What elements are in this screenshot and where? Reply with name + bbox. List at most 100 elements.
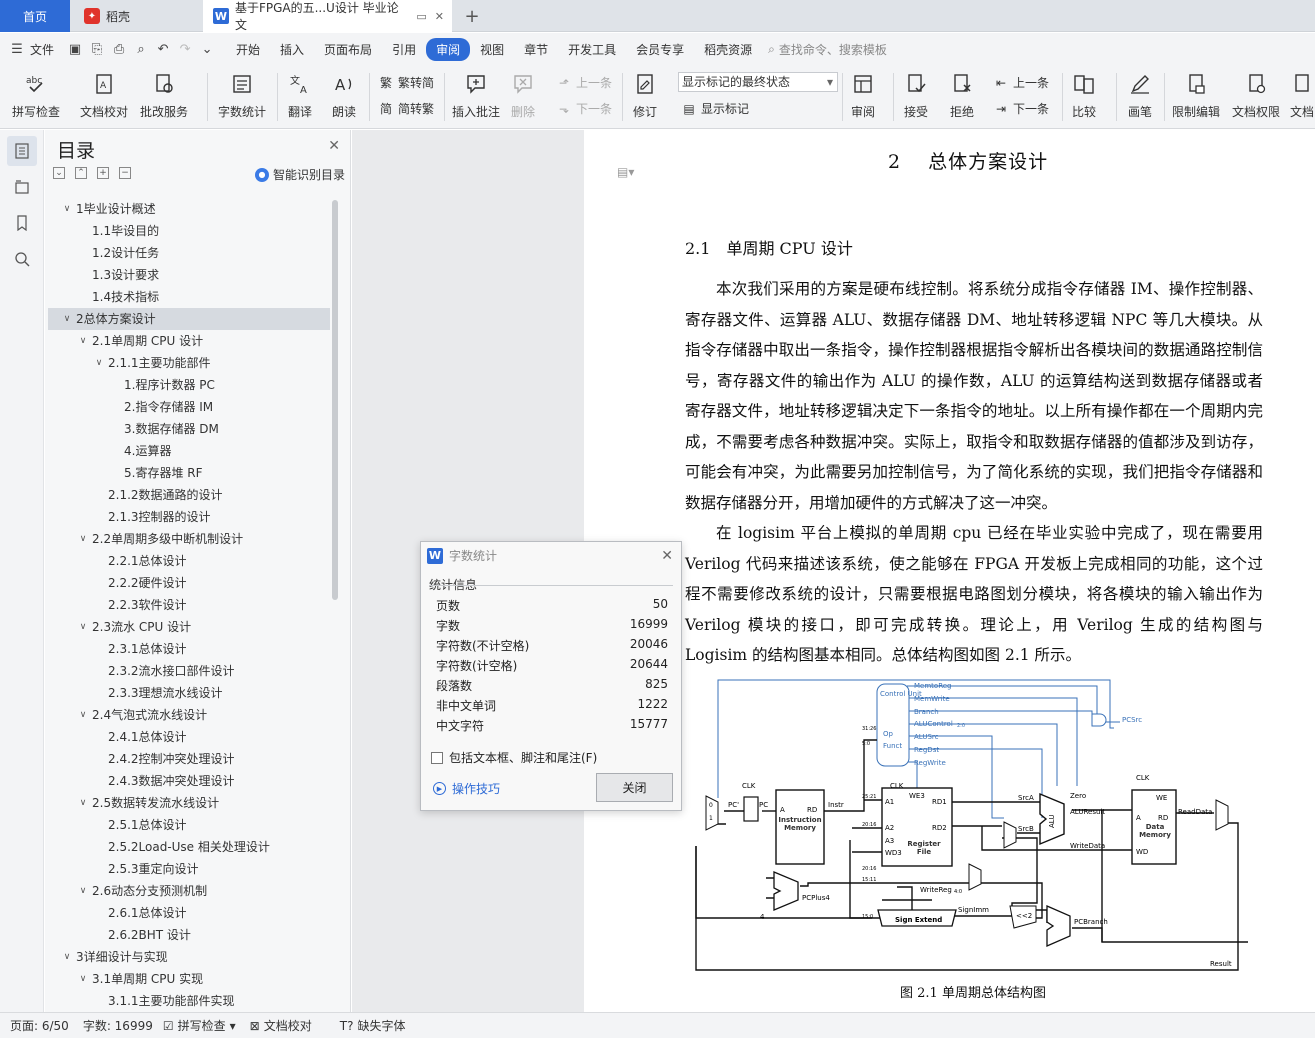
- note-icon[interactable]: ▤▾: [617, 165, 634, 179]
- command-search[interactable]: ⌕ 查找命令、搜索模板: [768, 41, 887, 58]
- chevron-down-icon[interactable]: ∨: [76, 616, 90, 638]
- menu-references[interactable]: 引用: [382, 38, 426, 61]
- menu-start[interactable]: 开始: [226, 38, 270, 61]
- screen-icon[interactable]: ▭: [416, 10, 426, 23]
- toc-item[interactable]: 3.1.1主要功能部件实现: [48, 990, 330, 1010]
- toc-item[interactable]: ∨ 2.4气泡式流水线设计: [48, 704, 330, 726]
- toc-item[interactable]: ∨ 3详细设计与实现: [48, 946, 330, 968]
- chevron-down-icon[interactable]: ∨: [76, 704, 90, 726]
- chevron-down-icon[interactable]: ∨: [60, 308, 74, 330]
- markup-state-select[interactable]: 显示标记的最终状态: [678, 72, 838, 92]
- word-count-button[interactable]: 字数统计: [218, 69, 266, 120]
- chevron-down-icon[interactable]: ∨: [76, 968, 90, 990]
- toc-item[interactable]: ∨ 1毕业设计概述: [48, 198, 330, 220]
- close-icon[interactable]: ✕: [661, 548, 673, 564]
- close-icon[interactable]: ✕: [435, 10, 444, 23]
- prev-comment-button[interactable]: ⬏ 上一条: [556, 74, 612, 91]
- toc-item[interactable]: 2.1.2数据通路的设计: [48, 484, 330, 506]
- status-page[interactable]: 页面: 6/50: [10, 1017, 69, 1034]
- reject-button[interactable]: 拒绝: [949, 69, 975, 120]
- new-tab-button[interactable]: +: [460, 0, 484, 32]
- toc-item[interactable]: ∨ 2.1单周期 CPU 设计: [48, 330, 330, 352]
- toc-item[interactable]: ∨ 2.5数据转发流水线设计: [48, 792, 330, 814]
- accept-button[interactable]: 接受: [903, 69, 929, 120]
- chevron-down-icon[interactable]: ∨: [60, 198, 74, 220]
- toc-item[interactable]: 1.2设计任务: [48, 242, 330, 264]
- find-panel-button[interactable]: [7, 244, 37, 274]
- toc-item[interactable]: 1.3设计要求: [48, 264, 330, 286]
- toc-item[interactable]: 1.4技术指标: [48, 286, 330, 308]
- toc-item[interactable]: 5.寄存器堆 RF: [48, 462, 330, 484]
- status-proof[interactable]: ⊠ 文档校对: [250, 1017, 312, 1034]
- chevron-down-icon[interactable]: ∨: [60, 946, 74, 968]
- review-pane-button[interactable]: 审阅: [850, 69, 876, 120]
- export-icon[interactable]: ⎘: [86, 42, 108, 57]
- collapse-icon[interactable]: ⌄: [53, 167, 65, 179]
- tips-link[interactable]: ▶ 操作技巧: [433, 780, 500, 797]
- translate-button[interactable]: 文A 翻译: [287, 69, 313, 120]
- toc-item[interactable]: 2.3.1总体设计: [48, 638, 330, 660]
- menu-member[interactable]: 会员专享: [626, 38, 694, 61]
- toc-item[interactable]: 1.1毕设目的: [48, 220, 330, 242]
- spellcheck-button[interactable]: abc 拼写检查: [12, 69, 60, 120]
- menu-view[interactable]: 视图: [470, 38, 514, 61]
- print-icon[interactable]: ⎙: [108, 42, 130, 57]
- pen-button[interactable]: 画笔: [1127, 69, 1153, 120]
- doc-more-button[interactable]: 文档: [1289, 69, 1315, 120]
- toc-item[interactable]: 2.2.1总体设计: [48, 550, 330, 572]
- bookmark-panel-button[interactable]: [7, 208, 37, 238]
- doc-proof-button[interactable]: A 文档校对: [80, 69, 128, 120]
- chapter-panel-button[interactable]: [7, 172, 37, 202]
- show-markup-button[interactable]: ▤ 显示标记: [681, 100, 749, 117]
- toc-item[interactable]: 2.6.2BHT 设计: [48, 924, 330, 946]
- toc-item[interactable]: 2.3.2流水接口部件设计: [48, 660, 330, 682]
- toc-item[interactable]: ∨ 2总体方案设计: [48, 308, 330, 330]
- tab-docer[interactable]: ✦ 稻壳: [74, 0, 199, 32]
- menu-layout[interactable]: 页面布局: [314, 38, 382, 61]
- chevron-down-icon[interactable]: ∨: [76, 528, 90, 550]
- toc-item[interactable]: 2.4.1总体设计: [48, 726, 330, 748]
- toc-item[interactable]: 2.2.2硬件设计: [48, 572, 330, 594]
- toc-item[interactable]: ∨ 2.3流水 CPU 设计: [48, 616, 330, 638]
- toc-item[interactable]: ∨ 2.2单周期多级中断机制设计: [48, 528, 330, 550]
- toc-item[interactable]: 2.6.1总体设计: [48, 902, 330, 924]
- chevron-down-icon[interactable]: ∨: [76, 330, 90, 352]
- toc-item[interactable]: 3.数据存储器 DM: [48, 418, 330, 440]
- toc-item[interactable]: 2.5.3重定向设计: [48, 858, 330, 880]
- simp-to-trad-button[interactable]: 简 简转繁: [378, 100, 434, 117]
- batch-service-button[interactable]: 批改服务: [140, 69, 188, 120]
- close-button[interactable]: 关闭: [596, 773, 673, 802]
- tab-home[interactable]: 首页: [0, 0, 70, 32]
- toc-item[interactable]: 2.5.2Load-Use 相关处理设计: [48, 836, 330, 858]
- toc-item[interactable]: ∨ 2.6动态分支预测机制: [48, 880, 330, 902]
- chevron-down-icon[interactable]: ∨: [92, 352, 106, 374]
- toc-item[interactable]: 2.3.3理想流水线设计: [48, 682, 330, 704]
- undo-icon[interactable]: ↶: [152, 42, 174, 57]
- menu-file[interactable]: 文件: [28, 38, 64, 61]
- toc-item[interactable]: 2.4.3数据冲突处理设计: [48, 770, 330, 792]
- save-icon[interactable]: ▣: [64, 42, 86, 57]
- paragraph-1[interactable]: 本次我们采用的方案是硬布线控制。将系统分成指令存储器 IM、操作控制器、寄存器文…: [685, 274, 1263, 518]
- insert-comment-button[interactable]: 插入批注: [452, 69, 500, 120]
- checkbox-box[interactable]: [431, 751, 443, 764]
- toc-item[interactable]: 2.1.3控制器的设计: [48, 506, 330, 528]
- chevron-down-icon[interactable]: ∨: [76, 792, 90, 814]
- next-comment-button[interactable]: ⬎ 下一条: [556, 100, 612, 117]
- status-spellcheck[interactable]: ☑ 拼写检查 ▾: [163, 1017, 236, 1034]
- restrict-edit-button[interactable]: 限制编辑: [1172, 69, 1220, 120]
- compare-button[interactable]: 比较: [1071, 69, 1097, 120]
- include-textbox-checkbox[interactable]: 包括文本框、脚注和尾注(F): [431, 749, 597, 766]
- delete-comment-button[interactable]: 删除: [510, 69, 536, 120]
- trad-to-simp-button[interactable]: 繁 繁转简: [378, 74, 434, 91]
- redo-icon[interactable]: ↷: [174, 42, 196, 57]
- close-icon[interactable]: ✕: [328, 138, 340, 154]
- toc-item[interactable]: 2.5.1总体设计: [48, 814, 330, 836]
- chevron-down-icon[interactable]: ∨: [76, 880, 90, 902]
- more-icon[interactable]: ⌄: [196, 42, 218, 57]
- menu-docer-resources[interactable]: 稻壳资源: [694, 38, 762, 61]
- toc-item[interactable]: 2.2.3软件设计: [48, 594, 330, 616]
- read-aloud-button[interactable]: A 朗读: [331, 69, 357, 120]
- paragraph-2[interactable]: 在 logisim 平台上模拟的单周期 cpu 已经在毕业实验中完成了，现在需要…: [685, 518, 1263, 671]
- expand-up-icon[interactable]: ⌃: [75, 167, 87, 179]
- toc-item[interactable]: 1.程序计数器 PC: [48, 374, 330, 396]
